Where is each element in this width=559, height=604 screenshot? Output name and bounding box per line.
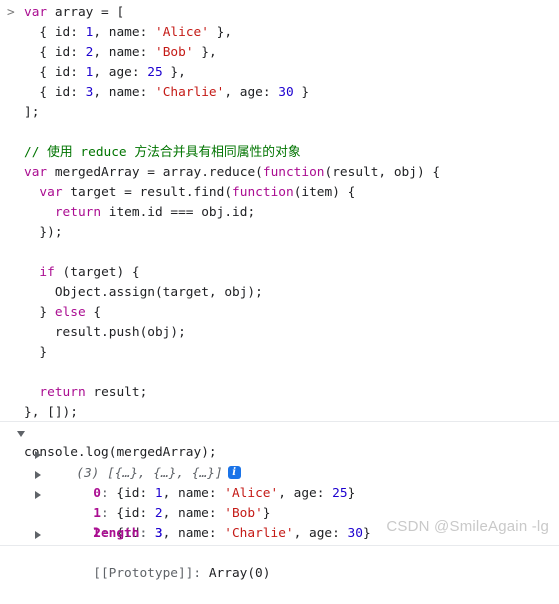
code-line: { id: 1, age: 25 },: [0, 63, 559, 83]
code-line: // 使用 reduce 方法合并具有相同属性的对象: [0, 143, 559, 163]
code-token: result.push(obj);: [24, 325, 186, 340]
array-item-row[interactable]: 0: {id: 1, name: 'Alice', age: 25}: [0, 444, 559, 501]
code-token: if: [39, 265, 55, 280]
code-token: , name:: [93, 45, 155, 60]
code-token: item.id === obj.id;: [101, 205, 256, 220]
code-token: Object.assign(target, obj);: [24, 285, 263, 300]
code-token: , name:: [93, 85, 155, 100]
code-token: },: [162, 65, 186, 80]
code-token: ];: [24, 105, 40, 120]
code-token: }: [293, 85, 310, 100]
code-line: return result;: [0, 383, 559, 403]
array-summary-row[interactable]: (3) [{…}, {…}, {…}] i: [0, 424, 559, 481]
code-token: (result, obj) {: [324, 165, 441, 180]
code-line: { id: 1, name: 'Alice' },: [0, 23, 559, 43]
devtools-console-panel: > var array = [ { id: 1, name: 'Alice' },…: [0, 0, 559, 581]
array-item-row[interactable]: 2: {id: 3, name: 'Charlie', age: 30}: [0, 484, 559, 541]
code-token: { id:: [24, 65, 86, 80]
chevron-right-icon[interactable]: [35, 471, 41, 479]
code-token: 'Alice': [155, 25, 209, 40]
code-line: ];: [0, 103, 559, 123]
code-token: }: [24, 305, 55, 320]
code-line: }, []);: [0, 403, 559, 423]
code-token: result;: [85, 385, 148, 400]
code-token: {: [85, 305, 102, 320]
code-line: }: [0, 343, 559, 363]
code-line: if (target) {: [0, 263, 559, 283]
code-token: , name:: [93, 25, 155, 40]
code-line: return item.id === obj.id;: [0, 203, 559, 223]
chevron-down-icon[interactable]: [17, 431, 25, 437]
code-token: target = result.find(: [62, 185, 233, 200]
code-token: },: [193, 45, 217, 60]
code-line: var mergedArray = array.reduce(function(…: [0, 163, 559, 183]
code-line: } else {: [0, 303, 559, 323]
code-line: { id: 2, name: 'Bob' },: [0, 43, 559, 63]
code-token: var: [39, 185, 63, 200]
code-line: });: [0, 223, 559, 243]
console-input-code: > var array = [ { id: 1, name: 'Alice' },…: [0, 0, 559, 463]
code-token: var: [24, 165, 48, 180]
prompt-arrow-icon: >: [7, 5, 15, 20]
code-token: , age:: [93, 65, 148, 80]
console-divider-top: [0, 421, 559, 422]
code-line: Object.assign(target, obj);: [0, 283, 559, 303]
chevron-right-icon[interactable]: [35, 451, 41, 459]
code-token: (target) {: [54, 265, 140, 280]
code-token: function: [232, 185, 294, 200]
code-token: });: [24, 225, 63, 240]
code-token: 30: [278, 85, 294, 100]
code-token: return: [54, 205, 102, 220]
code-token: { id:: [24, 45, 86, 60]
watermark-text: CSDN @SmileAgain -lg: [386, 518, 549, 535]
code-token: else: [54, 305, 86, 320]
code-token: return: [39, 385, 86, 400]
code-token: var: [24, 5, 48, 20]
code-token: array = [: [47, 5, 125, 20]
code-token: // 使用 reduce 方法合并具有相同属性的对象: [24, 145, 301, 160]
code-token: function: [262, 165, 325, 180]
code-line: { id: 3, name: 'Charlie', age: 30 }: [0, 83, 559, 103]
code-line: result.push(obj);: [0, 323, 559, 343]
code-token: }, []);: [24, 405, 78, 420]
code-token: 'Bob': [155, 45, 194, 60]
code-token: (item) {: [293, 185, 356, 200]
code-line: var target = result.find(function(item) …: [0, 183, 559, 203]
code-token: },: [208, 25, 233, 40]
chevron-right-icon[interactable]: [35, 531, 41, 539]
code-token: , age:: [224, 85, 279, 100]
code-token: mergedArray = array.reduce(: [47, 165, 263, 180]
code-token: { id:: [24, 85, 86, 100]
code-token: 25: [147, 65, 163, 80]
prototype-value: Array(0): [208, 566, 271, 581]
prototype-key: [[Prototype]]: [93, 566, 194, 581]
code-token: }: [24, 345, 48, 360]
chevron-right-icon[interactable]: [35, 491, 41, 499]
code-line: > var array = [: [0, 3, 559, 23]
prototype-colon: :: [193, 566, 209, 581]
code-token: { id:: [24, 25, 86, 40]
array-item-row[interactable]: 1: {id: 2, name: 'Bob'}: [0, 464, 559, 521]
code-token: 'Charlie': [155, 85, 225, 100]
